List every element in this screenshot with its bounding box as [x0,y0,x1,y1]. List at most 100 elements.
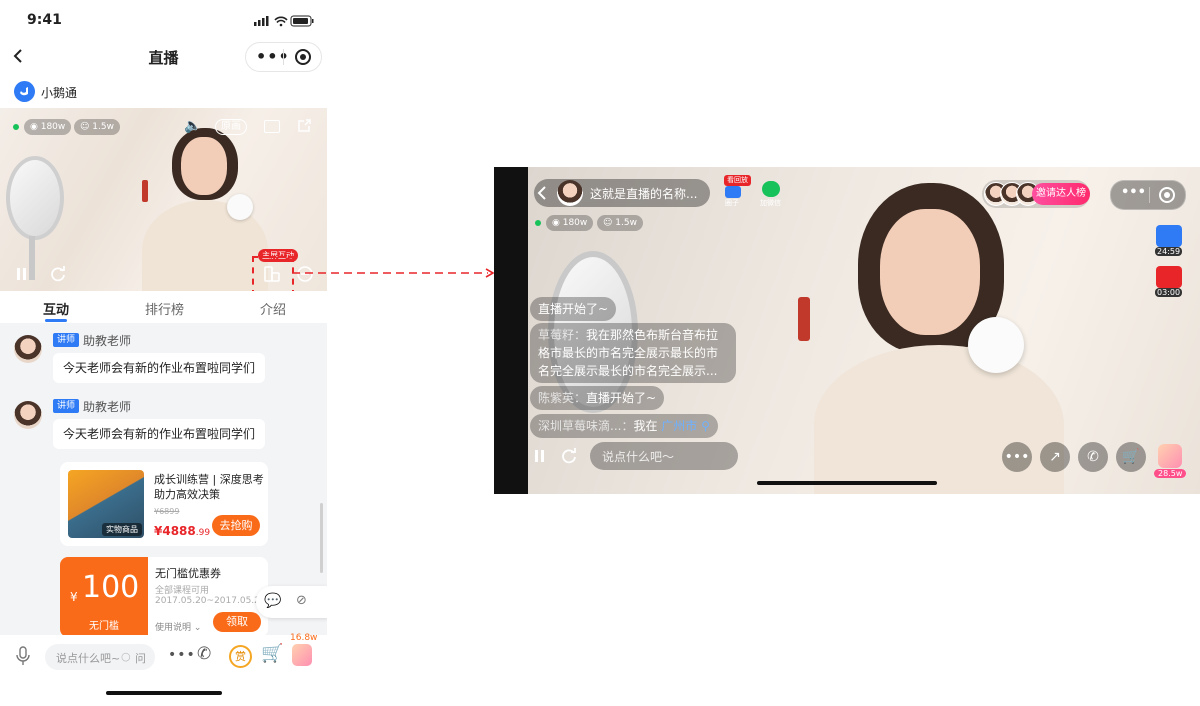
likes-count: 180w [562,218,588,228]
danmaku-icon[interactable]: 💬 [264,593,281,609]
host-face [181,137,227,195]
landscape-capsule: ••• [1110,180,1186,210]
capsule-divider [1149,187,1150,203]
sale-price: ¥4888.99 [154,520,210,539]
comment-item: 陈紫英：直播开始了~ [530,386,665,410]
mute-gift-icon[interactable]: ⊘ [296,593,307,608]
brand-logo-icon [14,81,35,102]
tab-intro[interactable]: 介绍 [260,299,286,318]
gift-box-icon[interactable] [1156,266,1182,288]
product-image: 实物商品 [68,470,144,538]
compact-prop [227,194,253,220]
viewers-pill: ☺ 1.5w [597,215,643,231]
cart-icon[interactable]: 🛒 [261,643,283,664]
product-image-tag: 实物商品 [102,523,142,536]
volume-icon[interactable]: 🔈 [184,118,201,134]
host-sweater [814,345,1064,494]
comment-input[interactable]: 说点什么吧～ [590,442,738,470]
circle-label: 圈子 [725,199,739,207]
comment-author: 陈紫英： [538,391,587,405]
product-title-line2: 助力高效决策 [154,488,220,501]
call-icon[interactable]: ✆ [1078,442,1108,472]
pause-icon-bar1 [535,450,538,462]
likes-pill: ◉ 180w [546,215,594,231]
replay-badge: 看回放 [724,175,751,186]
cast-icon[interactable] [264,120,280,133]
product-card[interactable]: 实物商品 成长训练营 | 深度思考 助力高效决策 ¥6899 ¥4888.99 … [60,462,268,546]
share-icon[interactable] [296,118,312,134]
host-face [880,209,980,335]
room-title-pill[interactable]: 这就是直播的名称... [534,179,710,207]
wechat-label: 加微信 [760,199,781,207]
refresh-icon[interactable] [560,447,578,465]
location-link[interactable]: 广州市 [661,419,697,433]
tab-ranking[interactable]: 排行榜 [145,299,184,318]
bottom-input-bar: 说点什么吧~ ○ 问 ••• ✆ 赏 🛒 16.8w [0,633,327,706]
nav-bar: 直播 ••• [0,36,327,76]
sender-name: 助教老师 [83,400,132,414]
pause-icon[interactable] [541,450,544,462]
invite-ranking-group[interactable]: 邀请达人榜 [982,180,1090,208]
comment-item: 直播开始了~ [530,297,617,321]
input-placeholder: 说点什么吧~ [56,652,121,665]
capsule-divider [283,49,284,65]
cart-icon[interactable]: 🛒 [1116,442,1146,472]
back-arrow-icon[interactable] [536,185,548,201]
comment-input[interactable]: 说点什么吧~ ○ 问 [45,644,155,670]
wechat-icon[interactable] [762,181,780,197]
close-target-icon[interactable] [294,48,312,66]
coupon-card[interactable]: ¥ 100 无门槛 无门槛优惠券 全部课程可用 2017.05.20~2017.… [60,557,268,635]
call-icon[interactable]: ✆ [197,644,211,664]
microphone-icon[interactable] [16,646,30,666]
coupon-threshold: 无门槛 [89,621,119,632]
buy-button[interactable]: 去抢购 [212,515,260,536]
circle-icon[interactable] [725,186,741,198]
host-avatar [557,180,583,206]
comment-author: 草莓籽： [538,328,587,342]
live-dot [13,124,19,130]
original-price: ¥6899 [154,507,180,516]
more-dots-icon[interactable]: ••• [1121,185,1146,200]
invite-ranking-button[interactable]: 邀请达人榜 [1032,183,1090,205]
portrait-phone-screen: 9:41 直播 ••• 小鹅通 ◉ 180w ☺ 1.5w 🔈 原画 主屏互动 … [0,0,327,706]
floating-toggle-group: 💬 ⊘ [256,586,327,618]
more-icon[interactable]: ••• [168,647,196,663]
sender-name: 助教老师 [83,334,132,348]
calendar-icon[interactable] [1156,225,1182,247]
toggle-circle-icon[interactable]: ○ [121,650,131,663]
coupon-title: 无门槛优惠券 [155,567,221,580]
location-pin-icon: ⚲ [697,419,710,433]
coupon-usage-link[interactable]: 使用说明 ⌄ [155,620,201,633]
comment-text: 我在 [633,419,662,433]
thumbs-up-icon[interactable] [292,644,312,666]
home-indicator [106,691,222,695]
scrollbar[interactable] [320,503,323,573]
claim-button[interactable]: 领取 [213,612,261,632]
more-dots-icon[interactable]: ••• [256,47,290,66]
coupon-amount: 100 [82,570,140,605]
role-tag: 讲师 [53,333,80,347]
like-count: 28.5w [1154,469,1187,478]
tab-bar: 互动 排行榜 介绍 [0,291,327,323]
coupon-validity: 2017.05.20~2017.05.25 [155,596,266,606]
likes-pill: ◉ 180w [24,119,72,135]
mirror-prop [6,156,64,240]
thumbs-up-icon[interactable] [1158,444,1182,468]
pause-icon[interactable] [23,268,26,280]
share-icon[interactable]: ↗ [1040,442,1070,472]
product-title-line1: 成长训练营 | 深度思考 [154,473,264,486]
more-icon[interactable]: ••• [1002,442,1032,472]
usage-label: 使用说明 [155,623,192,633]
refresh-icon[interactable] [49,265,67,283]
connector-arrow [292,268,495,278]
lipstick-prop [798,297,810,341]
close-target-icon[interactable] [1158,186,1176,204]
ask-label[interactable]: 问 [135,650,146,666]
tab-interact[interactable]: 互动 [43,299,69,318]
live-dot [535,220,541,226]
brand-name: 小鹅通 [41,86,78,100]
comment-text: 直播开始了~ [538,302,609,316]
comment-author: 深圳草莓味滴...： [538,419,634,433]
reward-button[interactable]: 赏 [229,645,252,668]
quality-button[interactable]: 原画 [215,119,247,135]
